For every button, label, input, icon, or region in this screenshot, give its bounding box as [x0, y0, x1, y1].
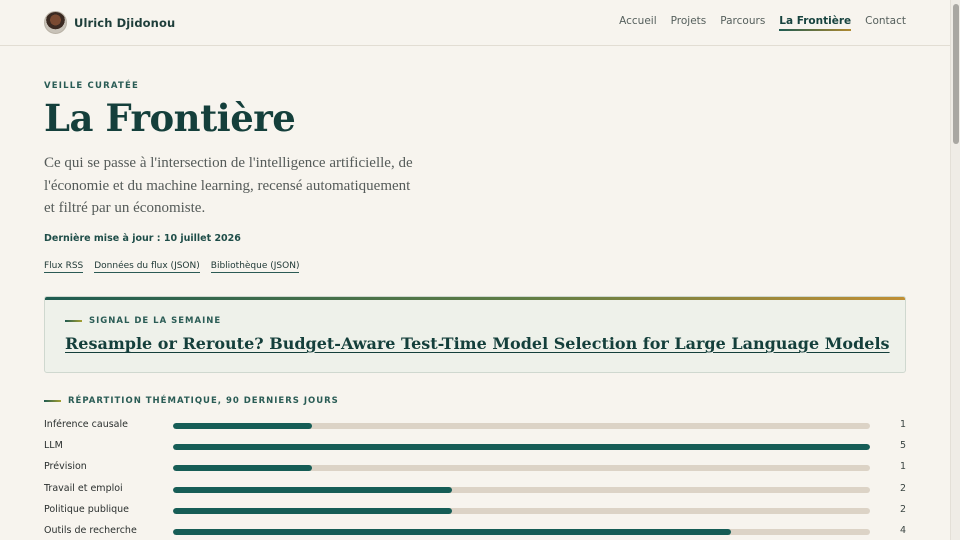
topic-bar-fill — [173, 465, 313, 472]
topic-row: Prévision 1 — [44, 461, 906, 482]
topic-label: Travail et emploi — [44, 482, 123, 494]
nav-item-contact[interactable]: Contact — [865, 15, 906, 31]
signal-of-the-week-card: SIGNAL DE LA SEMAINE Resample or Reroute… — [44, 296, 906, 373]
nav-item-la-frontiere[interactable]: La Frontière — [779, 15, 851, 31]
topic-bar-track — [173, 528, 870, 535]
topic-row: Politique publique 2 — [44, 504, 906, 525]
nav-item-projets[interactable]: Projets — [671, 15, 707, 31]
topic-bar-track — [173, 486, 870, 493]
topic-label: Politique publique — [44, 503, 130, 515]
topic-label: Inférence causale — [44, 419, 128, 430]
breakdown-label: RÉPARTITION THÉMATIQUE, 90 DERNIERS JOUR… — [44, 396, 339, 406]
site-owner-name: Ulrich Djidonou — [74, 15, 176, 30]
topic-count: 1 — [899, 461, 906, 473]
topic-label: Outils de recherche — [44, 524, 137, 536]
page-eyebrow: VEILLE CURATÉE — [44, 81, 139, 91]
label-rule — [65, 320, 82, 322]
main-nav: Accueil Projets Parcours La Frontière Co… — [605, 15, 906, 31]
topic-count: 4 — [899, 524, 906, 536]
nav-item-accueil[interactable]: Accueil — [619, 15, 657, 31]
rss-feed-link[interactable]: Flux RSS — [44, 261, 84, 273]
topic-bar-fill — [173, 528, 731, 535]
topic-row: Inférence causale 1 — [44, 419, 906, 440]
topic-label: LLM — [44, 440, 63, 452]
last-updated: Dernière mise à jour : 10 juillet 2026 — [44, 233, 241, 244]
topic-count: 2 — [899, 482, 906, 494]
page-scrollbar[interactable] — [950, 0, 960, 540]
topic-row: Outils de recherche 4 — [44, 525, 906, 540]
avatar — [44, 11, 67, 34]
feed-data-json-link[interactable]: Données du flux (JSON) — [94, 261, 200, 273]
signal-label: SIGNAL DE LA SEMAINE — [65, 316, 221, 326]
topic-row: Travail et emploi 2 — [44, 483, 906, 504]
topic-bar-track — [173, 465, 870, 472]
site-header: Ulrich Djidonou Accueil Projets Parcours… — [0, 0, 950, 46]
breakdown-label-text: RÉPARTITION THÉMATIQUE, 90 DERNIERS JOUR… — [68, 396, 339, 406]
page: Ulrich Djidonou Accueil Projets Parcours… — [0, 0, 960, 540]
topic-count: 1 — [899, 419, 906, 430]
nav-item-parcours[interactable]: Parcours — [720, 15, 765, 31]
scrollbar-thumb[interactable] — [953, 4, 959, 144]
signal-label-text: SIGNAL DE LA SEMAINE — [89, 316, 222, 326]
topic-label: Prévision — [44, 461, 87, 473]
topic-count: 2 — [899, 503, 906, 515]
topic-bar-fill — [173, 486, 452, 493]
page-description: Ce qui se passe à l'intersection de l'in… — [44, 155, 413, 216]
topic-breakdown: Inférence causale 1 LLM 5 Prévision 1 Tr… — [44, 419, 906, 540]
brand-link[interactable]: Ulrich Djidonou — [44, 11, 175, 34]
topic-bar-fill — [173, 423, 313, 429]
page-title: La Frontière — [44, 96, 296, 140]
signal-article-link[interactable]: Resample or Reroute? Budget-Aware Test-T… — [65, 334, 890, 353]
topic-bar-track — [173, 507, 870, 514]
topic-count: 5 — [899, 440, 906, 452]
topic-bar-track — [173, 423, 870, 429]
feed-links: Flux RSS Données du flux (JSON) Biblioth… — [44, 261, 310, 273]
topic-bar-fill — [173, 444, 870, 451]
label-rule — [44, 400, 61, 402]
library-json-link[interactable]: Bibliothèque (JSON) — [210, 261, 300, 273]
topic-row: LLM 5 — [44, 440, 906, 461]
topic-bar-track — [173, 444, 870, 451]
topic-bar-fill — [173, 507, 452, 514]
